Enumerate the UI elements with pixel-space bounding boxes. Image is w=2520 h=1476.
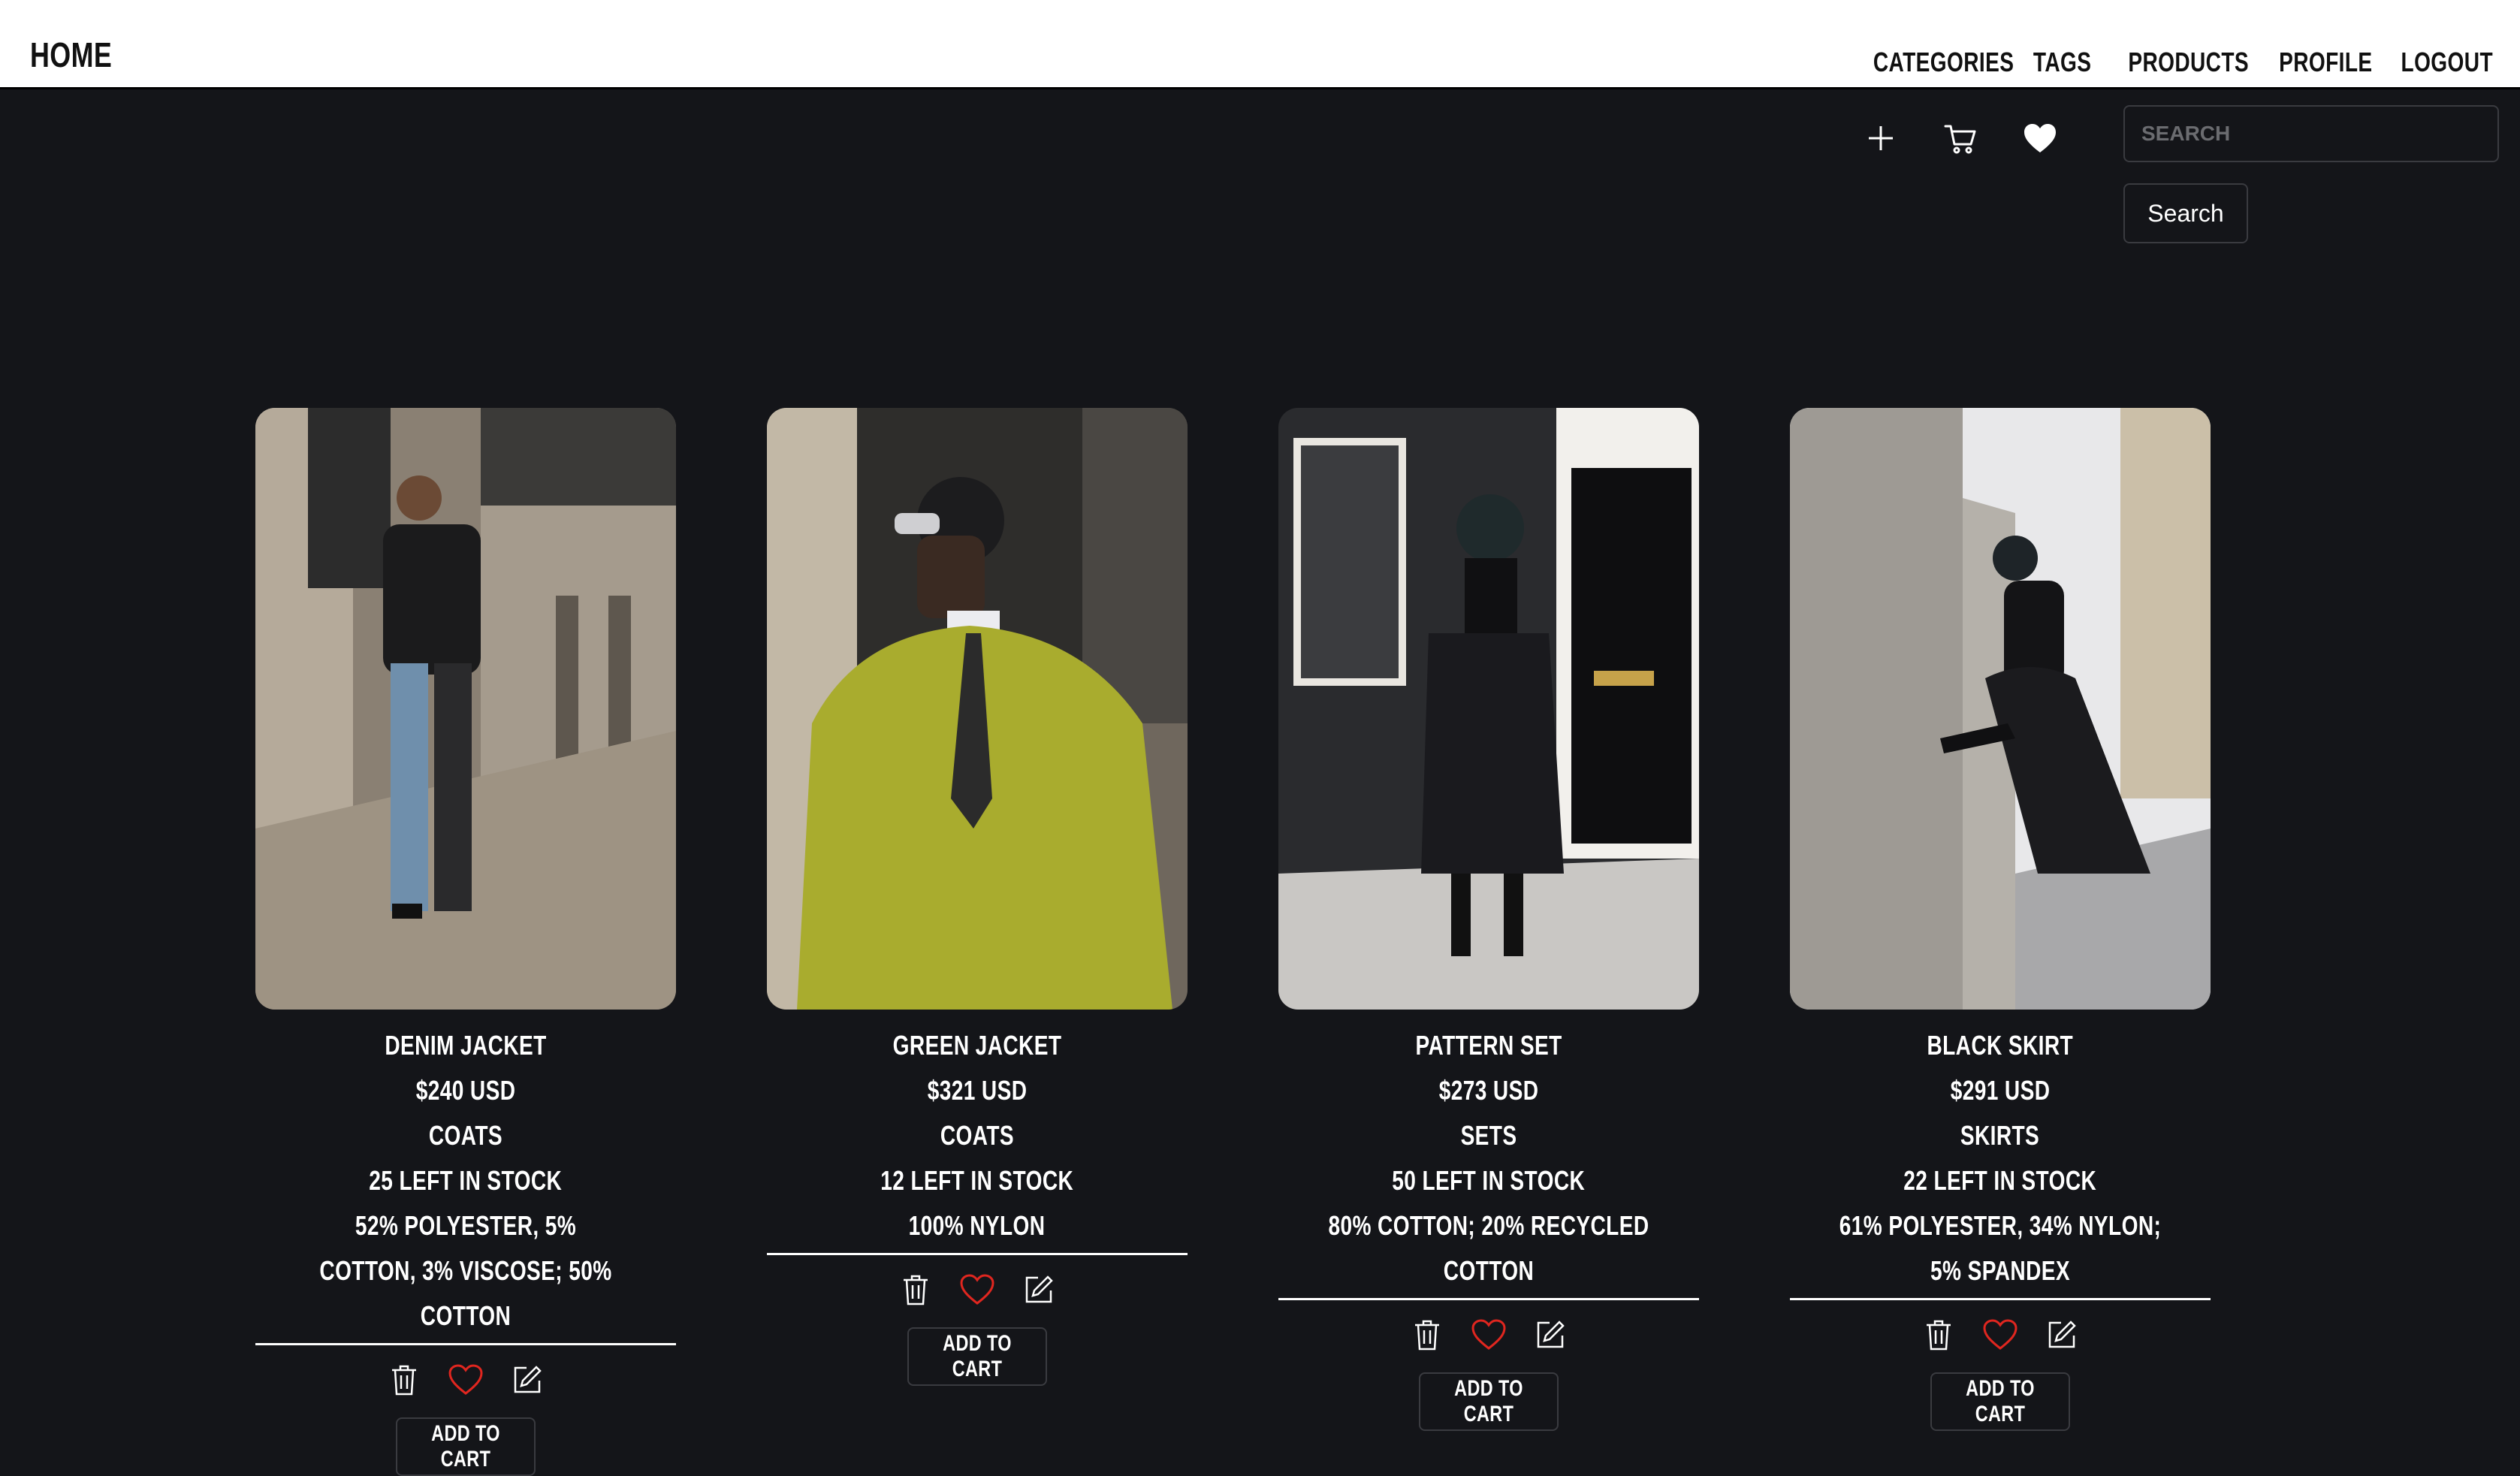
nav-logout[interactable]: LOGOUT xyxy=(2401,47,2493,78)
edit-icon[interactable] xyxy=(1021,1272,1057,1308)
top-navbar: HOME CATEGORIES TAGS PRODUCTS PROFILE LO… xyxy=(0,0,2520,89)
heart-filled-icon[interactable] xyxy=(2022,120,2058,156)
product-image[interactable] xyxy=(1790,408,2211,1010)
product-price: $321 USD xyxy=(927,1075,1028,1106)
product-card: GREEN JACKET $321 USD COATS 12 LEFT IN S… xyxy=(767,408,1188,1476)
add-to-cart-label: ADD TO CART xyxy=(431,1421,500,1471)
product-stock: 12 LEFT IN STOCK xyxy=(880,1165,1074,1196)
product-info: GREEN JACKET $321 USD COATS 12 LEFT IN S… xyxy=(767,1010,1188,1255)
search-input[interactable] xyxy=(2123,105,2499,162)
product-stock: 25 LEFT IN STOCK xyxy=(369,1165,563,1196)
add-to-cart-button[interactable]: ADD TO CART xyxy=(907,1327,1047,1386)
product-actions xyxy=(1921,1317,2080,1353)
product-grid: DENIM JACKET $240 USD COATS 25 LEFT IN S… xyxy=(255,408,2211,1476)
nav-profile[interactable]: PROFILE xyxy=(2279,47,2372,78)
search-button[interactable]: Search xyxy=(2123,183,2248,243)
nav-tags[interactable]: TAGS xyxy=(2033,47,2091,78)
product-card: PATTERN SET $273 USD SETS 50 LEFT IN STO… xyxy=(1278,408,1699,1476)
heart-outline-icon[interactable] xyxy=(959,1272,995,1308)
add-to-cart-button[interactable]: ADD TO CART xyxy=(396,1417,536,1476)
product-price: $291 USD xyxy=(1950,1075,2051,1106)
home-link[interactable]: HOME xyxy=(30,35,112,75)
product-stock: 50 LEFT IN STOCK xyxy=(1392,1165,1586,1196)
product-material: 80% COTTON; 20% RECYCLED COTTON xyxy=(1328,1210,1649,1286)
edit-icon[interactable] xyxy=(2044,1317,2080,1353)
add-to-cart-label: ADD TO CART xyxy=(1454,1376,1523,1426)
product-category: COATS xyxy=(428,1120,503,1151)
product-info: PATTERN SET $273 USD SETS 50 LEFT IN STO… xyxy=(1278,1010,1699,1300)
product-name: DENIM JACKET xyxy=(385,1030,547,1061)
product-image[interactable] xyxy=(767,408,1188,1010)
product-category: SETS xyxy=(1460,1120,1517,1151)
main-nav: CATEGORIES TAGS PRODUCTS PROFILE LOGOUT xyxy=(1830,47,2493,78)
product-price: $273 USD xyxy=(1438,1075,1539,1106)
product-category: SKIRTS xyxy=(1960,1120,2040,1151)
trash-icon[interactable] xyxy=(898,1272,934,1308)
add-to-cart-label: ADD TO CART xyxy=(1966,1376,2035,1426)
product-name: GREEN JACKET xyxy=(892,1030,1062,1061)
product-material: 52% POLYESTER, 5% COTTON, 3% VISCOSE; 50… xyxy=(319,1210,612,1331)
toolbar xyxy=(1863,120,2058,156)
heart-outline-icon[interactable] xyxy=(1982,1317,2018,1353)
product-image[interactable] xyxy=(1278,408,1699,1010)
plus-icon[interactable] xyxy=(1863,120,1899,156)
edit-icon[interactable] xyxy=(1532,1317,1568,1353)
heart-outline-icon[interactable] xyxy=(1471,1317,1507,1353)
product-price: $240 USD xyxy=(415,1075,516,1106)
add-to-cart-button[interactable]: ADD TO CART xyxy=(1419,1372,1559,1431)
cart-icon[interactable] xyxy=(1942,120,1978,156)
product-card: DENIM JACKET $240 USD COATS 25 LEFT IN S… xyxy=(255,408,676,1476)
trash-icon[interactable] xyxy=(1409,1317,1445,1353)
trash-icon[interactable] xyxy=(386,1362,422,1398)
product-stock: 22 LEFT IN STOCK xyxy=(1903,1165,2097,1196)
product-actions xyxy=(386,1362,545,1398)
product-actions xyxy=(898,1272,1057,1308)
heart-outline-icon[interactable] xyxy=(448,1362,484,1398)
trash-icon[interactable] xyxy=(1921,1317,1957,1353)
edit-icon[interactable] xyxy=(509,1362,545,1398)
product-card: BLACK SKIRT $291 USD SKIRTS 22 LEFT IN S… xyxy=(1790,408,2211,1476)
nav-products[interactable]: PRODUCTS xyxy=(2129,47,2250,78)
nav-categories[interactable]: CATEGORIES xyxy=(1873,47,2014,78)
product-image[interactable] xyxy=(255,408,676,1010)
product-material: 100% NYLON xyxy=(909,1210,1046,1241)
product-actions xyxy=(1409,1317,1568,1353)
product-info: DENIM JACKET $240 USD COATS 25 LEFT IN S… xyxy=(255,1010,676,1345)
add-to-cart-label: ADD TO CART xyxy=(943,1331,1012,1381)
add-to-cart-button[interactable]: ADD TO CART xyxy=(1930,1372,2070,1431)
product-info: BLACK SKIRT $291 USD SKIRTS 22 LEFT IN S… xyxy=(1790,1010,2211,1300)
product-name: PATTERN SET xyxy=(1415,1030,1562,1061)
product-material: 61% POLYESTER, 34% NYLON; 5% SPANDEX xyxy=(1839,1210,2162,1286)
product-name: BLACK SKIRT xyxy=(1927,1030,2074,1061)
product-category: COATS xyxy=(940,1120,1015,1151)
